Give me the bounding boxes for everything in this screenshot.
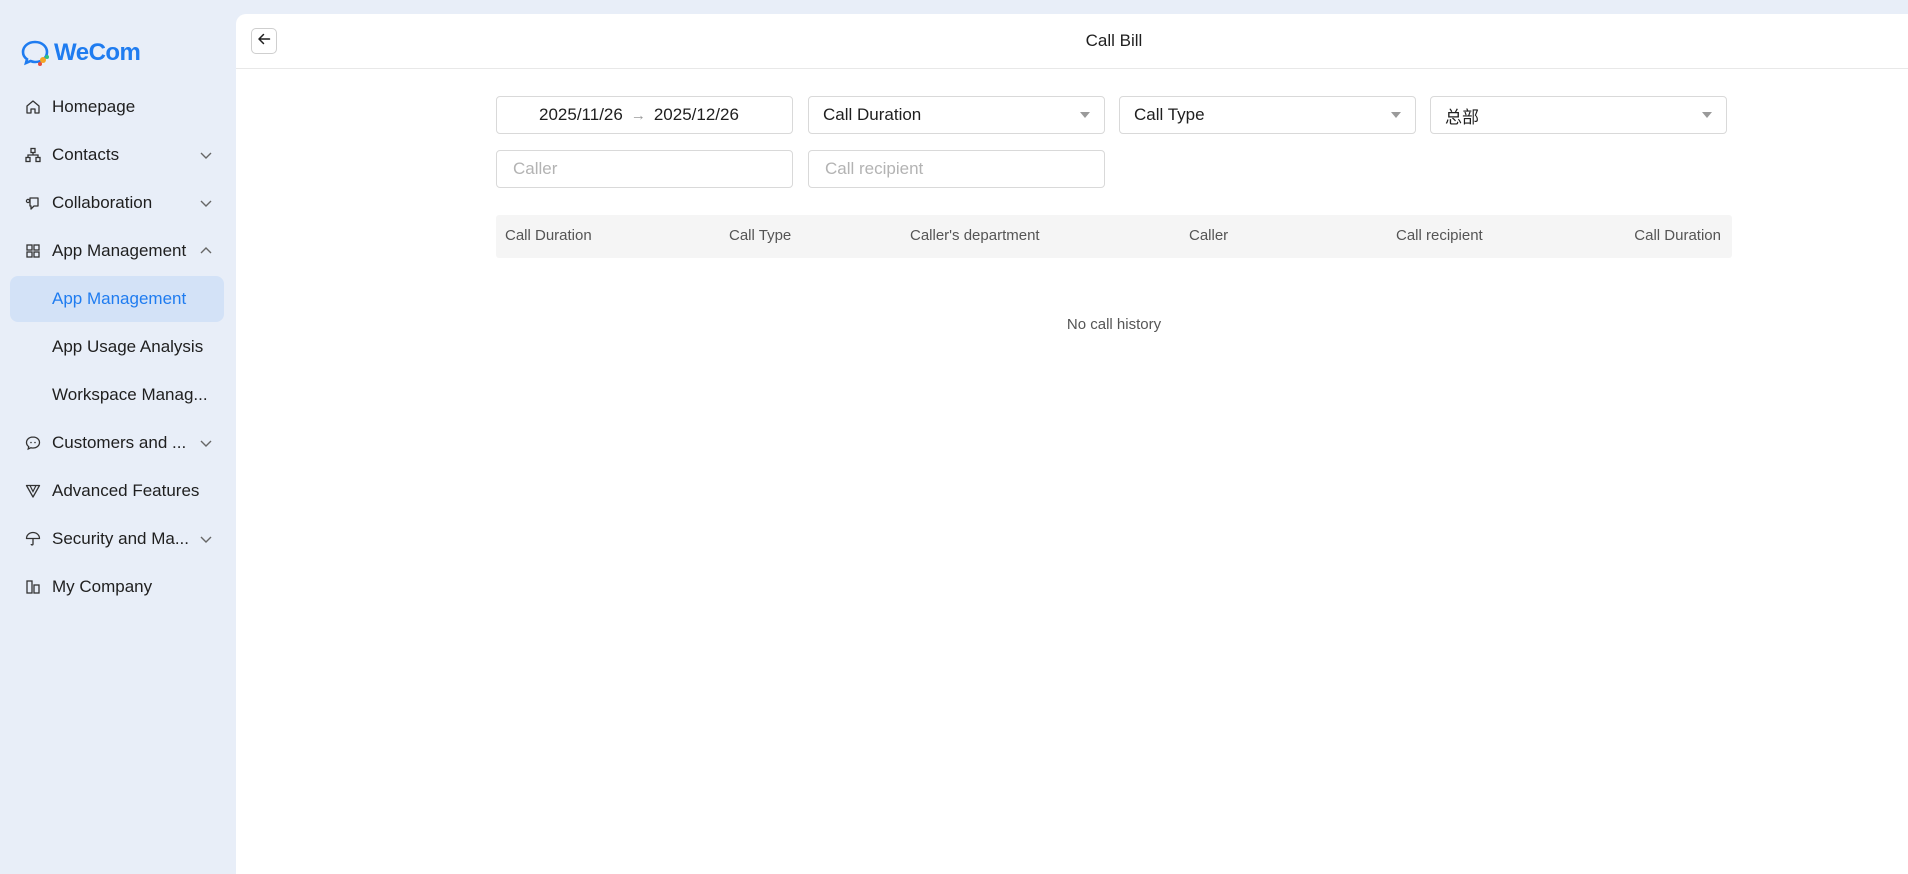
wecom-logo-text: WeCom	[54, 39, 141, 66]
column-header-call-duration-2[interactable]: Call Duration	[1634, 227, 1721, 244]
sidebar-item-security[interactable]: Security and Ma...	[10, 516, 224, 562]
caret-down-icon	[1391, 112, 1401, 118]
sidebar-item-label: Workspace Manag...	[52, 385, 208, 404]
chat-bubble-icon	[24, 434, 42, 452]
sidebar-item-label: Collaboration	[52, 193, 153, 212]
sidebar-item-label: Advanced Features	[52, 481, 200, 500]
column-header-call-type[interactable]: Call Type	[729, 227, 791, 244]
caret-down-icon	[1702, 112, 1712, 118]
sidebar-subitem-app-management[interactable]: App Management	[10, 276, 224, 322]
column-header-call-duration[interactable]: Call Duration	[505, 227, 592, 244]
wecom-logo-icon	[21, 38, 51, 68]
sidebar-item-advanced-features[interactable]: Advanced Features	[10, 468, 224, 514]
sidebar-item-customers[interactable]: Customers and ...	[10, 420, 224, 466]
sidebar-item-label: Security and Ma...	[52, 529, 190, 548]
sidebar-subitem-workspace-management[interactable]: Workspace Manag...	[10, 372, 224, 418]
call-type-select[interactable]: Call Type	[1119, 96, 1416, 134]
sidebar-item-label: App Usage Analysis	[52, 337, 204, 356]
sidebar-item-contacts[interactable]: Contacts	[10, 132, 224, 178]
column-header-call-recipient[interactable]: Call recipient	[1396, 227, 1483, 244]
chevron-up-icon[interactable]	[198, 243, 214, 259]
sidebar-nav: Homepage Contacts Collaboration App Mana…	[10, 84, 224, 612]
caret-down-icon	[1080, 112, 1090, 118]
date-end[interactable]: 2025/12/26	[654, 105, 739, 125]
sidebar-item-homepage[interactable]: Homepage	[10, 84, 224, 130]
caller-field[interactable]	[496, 150, 793, 188]
call-type-select-value: Call Type	[1134, 105, 1205, 124]
empty-state-message: No call history	[1066, 316, 1162, 333]
date-start[interactable]: 2025/11/26	[539, 105, 623, 125]
chevron-down-icon[interactable]	[198, 195, 214, 211]
sidebar-item-label: My Company	[52, 577, 153, 596]
triangle-icon	[24, 482, 42, 500]
building-icon	[24, 578, 42, 596]
sidebar-item-app-management[interactable]: App Management	[10, 228, 224, 274]
column-header-caller[interactable]: Caller	[1189, 227, 1228, 244]
sidebar-item-label: Customers and ...	[52, 433, 187, 452]
grid-icon	[24, 242, 42, 260]
sidebar-item-label: Homepage	[52, 97, 136, 116]
sidebar-item-label: App Management	[52, 289, 187, 308]
column-header-caller-department[interactable]: Caller's department	[910, 227, 1040, 244]
sidebar-item-collaboration[interactable]: Collaboration	[10, 180, 224, 226]
call-duration-select[interactable]: Call Duration	[808, 96, 1105, 134]
call-recipient-input[interactable]	[823, 158, 1087, 180]
sidebar: WeCom Homepage Contacts Collaboration Ap…	[0, 0, 236, 874]
collaboration-icon	[24, 194, 42, 212]
date-range-picker[interactable]: 2025/11/26 → 2025/12/26	[496, 96, 793, 134]
chevron-down-icon[interactable]	[198, 147, 214, 163]
sidebar-subitem-app-usage-analysis[interactable]: App Usage Analysis	[10, 324, 224, 370]
chevron-down-icon[interactable]	[198, 435, 214, 451]
department-select-value: 总部	[1445, 107, 1479, 127]
caller-input[interactable]	[511, 158, 775, 180]
sidebar-item-my-company[interactable]: My Company	[10, 564, 224, 610]
umbrella-icon	[24, 530, 42, 548]
call-recipient-field[interactable]	[808, 150, 1105, 188]
page-header: Call Bill	[236, 14, 1908, 69]
sidebar-item-label: Contacts	[52, 145, 120, 164]
page-title: Call Bill	[1085, 31, 1143, 50]
arrow-right-icon: →	[630, 106, 646, 124]
chevron-down-icon[interactable]	[198, 531, 214, 547]
wecom-logo[interactable]: WeCom	[21, 38, 141, 68]
sidebar-item-label: App Management	[52, 241, 187, 260]
call-duration-select-value: Call Duration	[823, 105, 922, 124]
main-panel: Call Bill 2025/11/26 → 2025/12/26 Call D…	[236, 14, 1908, 874]
table-header: Call Duration Call Type Caller's departm…	[496, 215, 1732, 258]
department-select[interactable]: 总部	[1430, 96, 1727, 134]
org-chart-icon	[24, 146, 42, 164]
home-icon	[24, 98, 42, 116]
